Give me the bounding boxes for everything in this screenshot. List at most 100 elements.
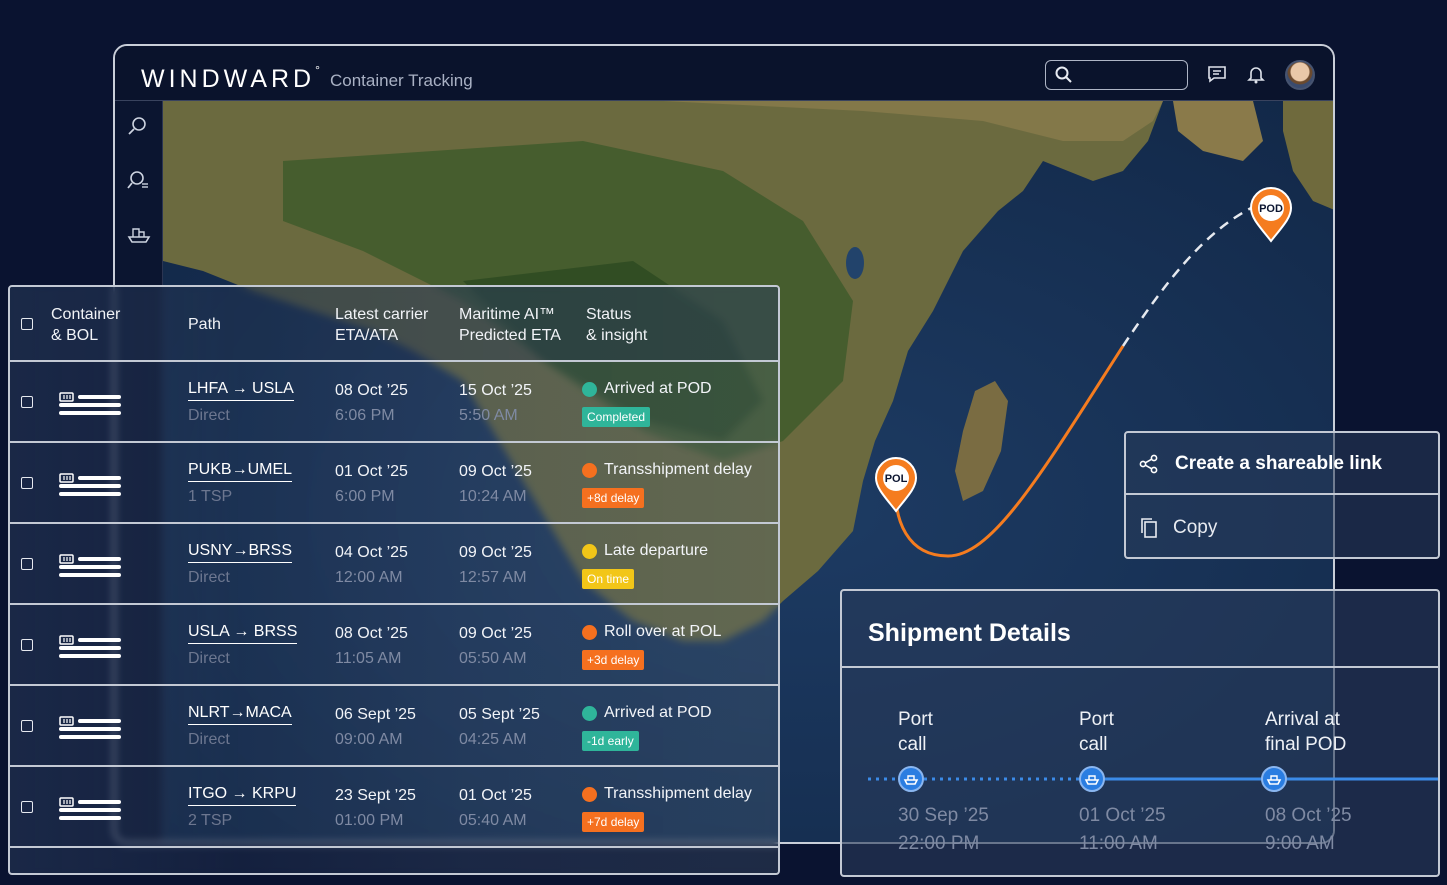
header-carrier-eta[interactable]: Latest carrier ETA/ATA: [335, 304, 428, 346]
path-type: Direct: [188, 731, 230, 748]
shipment-details-panel: Shipment Details Port call 30 Sep ’25 22…: [840, 589, 1440, 877]
ai-eta-time: 12:57 AM: [459, 569, 527, 586]
container-doc-icon: [59, 473, 121, 496]
stop-time: 11:00 AM: [1079, 833, 1158, 854]
status-icon: [582, 463, 597, 478]
path-link[interactable]: USLA → BRSS: [188, 623, 298, 644]
carrier-eta-date: 01 Oct ’25: [335, 463, 408, 480]
carrier-eta-date: 23 Sept ’25: [335, 787, 416, 804]
search-input[interactable]: [1045, 60, 1188, 90]
map-search-icon[interactable]: [127, 115, 149, 137]
ship-stop-icon[interactable]: [898, 766, 924, 792]
status-text: Transshipment delay: [604, 461, 752, 478]
path-type: Direct: [188, 650, 230, 667]
row-checkbox[interactable]: [21, 639, 33, 651]
row-checkbox[interactable]: [21, 801, 33, 813]
path-link[interactable]: NLRT→MACA: [188, 704, 292, 725]
table-row[interactable]: PUKB→UMEL 1 TSP 01 Oct ’25 6:00 PM 09 Oc…: [10, 443, 778, 524]
stop-time: 9:00 AM: [1265, 833, 1335, 854]
path-link[interactable]: USNY→BRSS: [188, 542, 293, 563]
row-checkbox[interactable]: [21, 477, 33, 489]
ship-stop-icon[interactable]: [1261, 766, 1287, 792]
status-icon: [582, 382, 597, 397]
container-doc-icon: [59, 797, 121, 820]
ai-eta-time: 05:40 AM: [459, 812, 527, 829]
header-path[interactable]: Path: [188, 314, 221, 335]
table-row[interactable]: USNY→BRSS Direct 04 Oct ’25 12:00 AM 09 …: [10, 524, 778, 605]
table-row[interactable]: LHFA → USLA Direct 08 Oct ’25 6:06 PM 15…: [10, 362, 778, 443]
status-badge: +8d delay: [582, 488, 645, 508]
carrier-eta-date: 06 Sept ’25: [335, 706, 416, 723]
stop-date: 30 Sep ’25: [898, 805, 989, 826]
row-checkbox[interactable]: [21, 558, 33, 570]
brand-logo: WINDWARD°: [141, 62, 320, 93]
status-badge: +7d delay: [582, 812, 645, 832]
stop-label: Port call: [898, 709, 933, 755]
header-ai-eta[interactable]: Maritime AI™ Predicted ETA: [459, 304, 561, 346]
copy-icon: [1141, 518, 1157, 538]
table-header: Container & BOL Path Latest carrier ETA/…: [10, 287, 778, 362]
stop-date: 01 Oct ’25: [1079, 805, 1166, 826]
share-icon: [1139, 454, 1158, 474]
select-all-checkbox[interactable]: [21, 318, 33, 330]
container-doc-icon: [59, 716, 121, 739]
search-icon: [1055, 66, 1072, 83]
carrier-eta-date: 08 Oct ’25: [335, 625, 408, 642]
carrier-eta-time: 12:00 AM: [335, 569, 403, 586]
stop-label: Port call: [1079, 709, 1114, 755]
ai-eta-time: 5:50 AM: [459, 407, 518, 424]
table-row[interactable]: ITGO → KRPU 2 TSP 23 Sept ’25 01:00 PM 0…: [10, 767, 778, 848]
bell-icon[interactable]: [1247, 64, 1265, 84]
create-link-label: Create a shareable link: [1175, 453, 1382, 474]
avatar[interactable]: [1285, 60, 1315, 90]
path-link[interactable]: PUKB→UMEL: [188, 461, 293, 482]
table-row[interactable]: NLRT→MACA Direct 06 Sept ’25 09:00 AM 05…: [10, 686, 778, 767]
ai-eta-date: 01 Oct ’25: [459, 787, 532, 804]
container-doc-icon: [59, 635, 121, 658]
container-doc-icon: [59, 554, 121, 577]
carrier-eta-time: 11:05 AM: [335, 650, 402, 667]
path-type: Direct: [188, 569, 230, 586]
status-badge: On time: [582, 569, 635, 589]
status-text: Arrived at POD: [604, 704, 712, 721]
create-link-button[interactable]: Create a shareable link: [1126, 433, 1438, 495]
status-text: Roll over at POL: [604, 623, 722, 640]
row-checkbox[interactable]: [21, 396, 33, 408]
chat-icon[interactable]: [1207, 64, 1227, 84]
header-container[interactable]: Container & BOL: [51, 304, 120, 346]
ship-stop-icon[interactable]: [1079, 766, 1105, 792]
carrier-eta-date: 04 Oct ’25: [335, 544, 408, 561]
header-status[interactable]: Status & insight: [586, 304, 647, 346]
status-icon: [582, 544, 597, 559]
ai-eta-time: 10:24 AM: [459, 488, 527, 505]
stop-time: 22:00 PM: [898, 833, 980, 854]
carrier-eta-time: 6:06 PM: [335, 407, 395, 424]
ai-eta-date: 09 Oct ’25: [459, 463, 532, 480]
stop-date: 08 Oct ’25: [1265, 805, 1352, 826]
ai-eta-date: 05 Sept ’25: [459, 706, 540, 723]
status-icon: [582, 625, 597, 640]
svg-text:POL: POL: [885, 473, 908, 485]
status-text: Transshipment delay: [604, 785, 752, 802]
status-badge: Completed: [582, 407, 651, 427]
status-icon: [582, 787, 597, 802]
status-text: Arrived at POD: [604, 380, 712, 397]
stop-label: Arrival at final POD: [1265, 709, 1347, 755]
ai-eta-time: 05:50 AM: [459, 650, 527, 667]
share-menu: Create a shareable link Copy: [1124, 431, 1440, 559]
ship-icon[interactable]: [127, 223, 151, 245]
status-badge: +3d delay: [582, 650, 645, 670]
copy-label: Copy: [1173, 517, 1218, 538]
status-badge: -1d early: [582, 731, 639, 751]
ai-eta-date: 09 Oct ’25: [459, 544, 532, 561]
row-checkbox[interactable]: [21, 720, 33, 732]
ai-eta-time: 04:25 AM: [459, 731, 527, 748]
carrier-eta-time: 09:00 AM: [335, 731, 403, 748]
ai-eta-date: 15 Oct ’25: [459, 382, 532, 399]
path-link[interactable]: ITGO → KRPU: [188, 785, 297, 806]
container-search-icon[interactable]: [127, 169, 149, 191]
table-row[interactable]: USLA → BRSS Direct 08 Oct ’25 11:05 AM 0…: [10, 605, 778, 686]
path-type: Direct: [188, 407, 230, 424]
path-link[interactable]: LHFA → USLA: [188, 380, 294, 401]
carrier-eta-time: 01:00 PM: [335, 812, 404, 829]
